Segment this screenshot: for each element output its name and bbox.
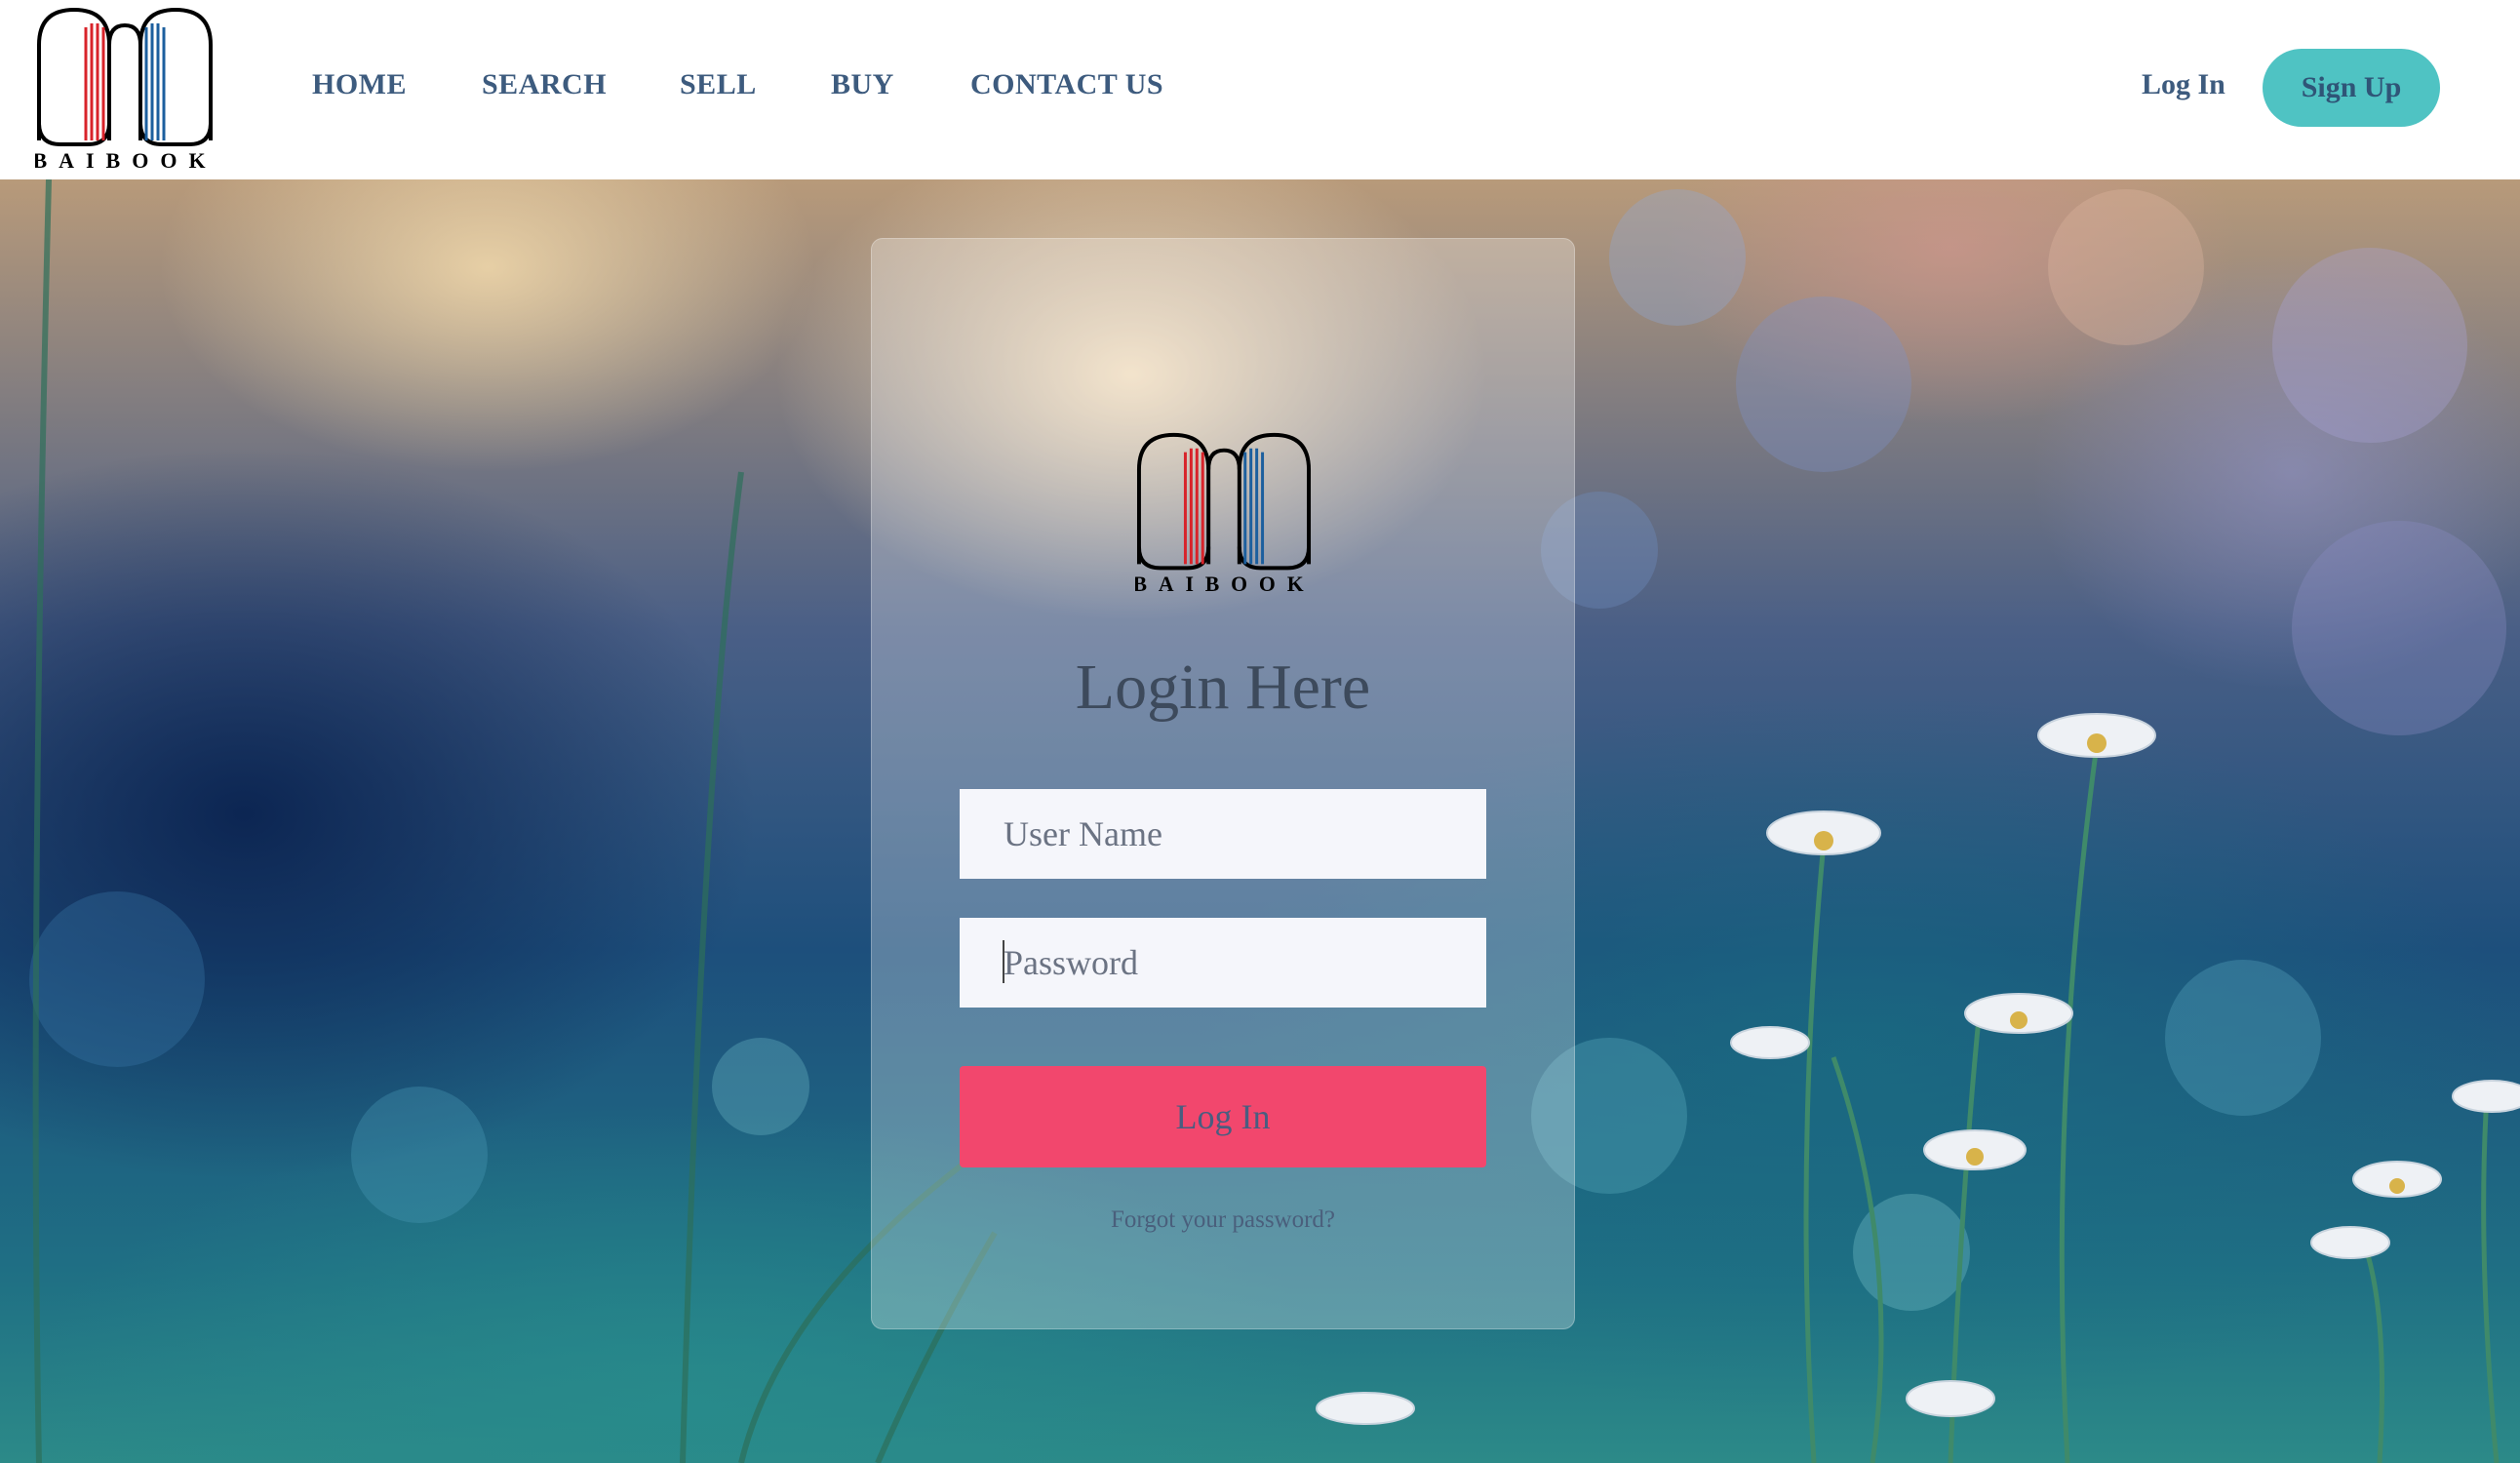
- nav-search[interactable]: SEARCH: [482, 68, 607, 101]
- forgot-password-link[interactable]: Forgot your password?: [872, 1206, 1574, 1234]
- top-navbar: BAIBOOK HOME SEARCH SELL BUY CONTACT US …: [0, 0, 2520, 179]
- nav-contact-us[interactable]: CONTACT US: [970, 68, 1163, 101]
- signup-button[interactable]: Sign Up: [2263, 49, 2440, 127]
- brand-logo-text: BAIBOOK: [35, 148, 215, 172]
- username-input[interactable]: [960, 789, 1486, 879]
- nav-home[interactable]: HOME: [312, 68, 407, 101]
- header-login-link[interactable]: Log In: [2142, 68, 2225, 101]
- login-title: Login Here: [1075, 652, 1371, 723]
- card-logo-text: BAIBOOK: [1135, 573, 1313, 596]
- nav-sell[interactable]: SELL: [680, 68, 757, 101]
- login-card: BAIBOOK Login Here Log In Forgot your pa…: [871, 238, 1575, 1329]
- password-field[interactable]: [960, 918, 1486, 1008]
- nav-buy[interactable]: BUY: [831, 68, 894, 101]
- login-submit-button[interactable]: Log In: [960, 1066, 1486, 1167]
- card-brand-logo: BAIBOOK: [1135, 432, 1313, 596]
- username-field[interactable]: [960, 789, 1486, 879]
- brand-logo[interactable]: BAIBOOK: [35, 6, 215, 172]
- text-caret: [1003, 940, 1004, 983]
- password-input[interactable]: [960, 918, 1486, 1008]
